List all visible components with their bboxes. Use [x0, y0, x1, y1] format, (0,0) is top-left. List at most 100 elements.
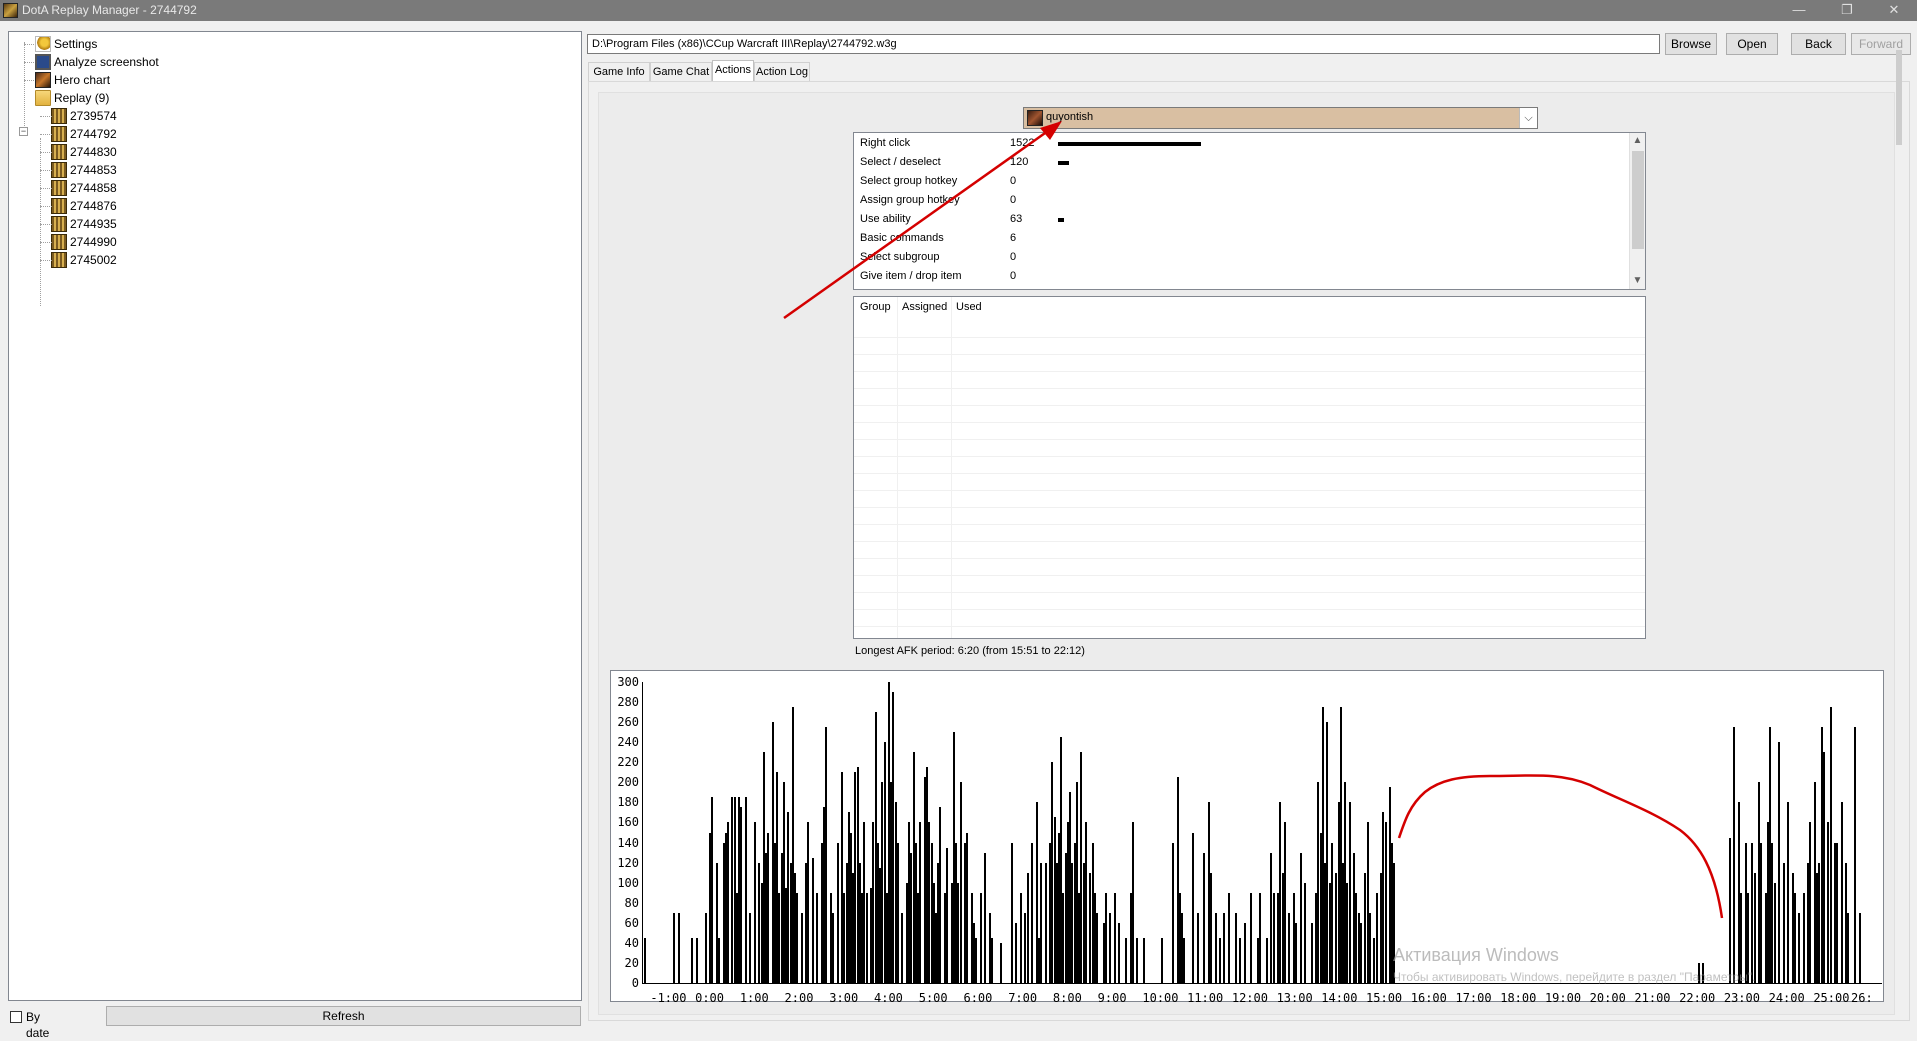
maximize-button[interactable]: ❐	[1824, 0, 1870, 21]
x-tick-label: 17:00	[1455, 991, 1492, 1005]
x-tick-label: 22:00	[1679, 991, 1716, 1005]
close-button[interactable]: ✕	[1871, 0, 1917, 21]
action-row: Use ability 63	[854, 210, 1634, 229]
chart-bar	[1348, 802, 1351, 983]
chart-bar	[999, 942, 1002, 983]
chart-bar	[1272, 892, 1275, 983]
action-name: Select subgroup	[860, 251, 940, 263]
chart-bar	[1172, 842, 1175, 983]
collapse-toggle[interactable]: −	[19, 127, 28, 136]
chart-bar	[1787, 802, 1790, 983]
chart-bar	[1250, 892, 1253, 983]
chart-bar	[1113, 892, 1116, 983]
chart-bar	[1359, 922, 1362, 983]
chart-bar	[1239, 937, 1242, 983]
replay-file-icon	[51, 216, 67, 232]
chart-bar	[1104, 892, 1107, 983]
x-tick-label: 3:00	[829, 991, 859, 1005]
action-row: Select / deselect 120	[854, 153, 1634, 172]
checkbox-box[interactable]	[10, 1011, 22, 1023]
tree-item-label: 2744792	[70, 127, 117, 141]
replay-path-input[interactable]: D:\Program Files (x86)\CCup Warcraft III…	[587, 34, 1660, 54]
chart-bar	[1203, 852, 1206, 983]
replay-file-icon	[51, 180, 67, 196]
chart-bar	[1829, 707, 1832, 983]
refresh-button[interactable]: Refresh	[106, 1006, 581, 1026]
player-select[interactable]: quyontish ⌵	[1023, 107, 1538, 129]
actions-scrollbar[interactable]: ▲ ▼	[1629, 133, 1645, 289]
chart-bar	[704, 912, 707, 983]
y-tick-label: 280	[617, 695, 639, 710]
hotkey-groups-table[interactable]: Group Assigned Used	[853, 296, 1646, 639]
tree-item-label: 2739574	[70, 109, 117, 123]
outer-scrollbar-thumb[interactable]	[1896, 50, 1902, 145]
tab-actions[interactable]: Actions	[712, 60, 754, 82]
replay-file-icon	[51, 198, 67, 214]
chart-bar	[1802, 892, 1805, 983]
chart-bar	[1259, 892, 1262, 983]
chart-bar	[975, 937, 978, 983]
chart-bar	[1160, 937, 1163, 983]
chart-bar	[919, 822, 922, 983]
chart-bar	[1031, 842, 1034, 983]
chart-bar	[1299, 852, 1302, 983]
tab-game-info[interactable]: Game Info	[588, 62, 650, 82]
chart-bar	[811, 857, 814, 983]
chart-bar	[966, 832, 969, 983]
column-header-group: Group	[860, 301, 891, 313]
chart-bar	[1782, 862, 1785, 983]
chart-bar	[1210, 872, 1213, 983]
action-row: Right click 1522	[854, 134, 1634, 153]
forward-button[interactable]: Forward	[1851, 33, 1911, 55]
scroll-up-icon[interactable]: ▲	[1630, 133, 1645, 149]
replay-file-icon	[51, 252, 67, 268]
x-tick-label: 11:00	[1187, 991, 1224, 1005]
chart-bar	[1288, 912, 1291, 983]
monitor-icon	[35, 54, 51, 70]
x-tick-label: 19:00	[1544, 991, 1582, 1005]
action-count: 0	[1010, 270, 1017, 282]
x-tick-label: 18:00	[1500, 991, 1537, 1005]
tab-action-log[interactable]: Action Log	[754, 62, 810, 82]
chart-bar	[1265, 937, 1268, 983]
chart-bar	[1118, 922, 1121, 983]
activation-watermark-text: Чтобы активировать Windows, перейдите в …	[1393, 970, 1756, 984]
x-tick-label: 26:	[1851, 991, 1873, 1005]
chart-bar	[1243, 922, 1246, 983]
action-bar	[1058, 161, 1069, 165]
chart-bar	[726, 822, 729, 983]
tree-item-label: 2744830	[70, 145, 117, 159]
replay-file-icon	[51, 234, 67, 250]
chart-bar	[1778, 742, 1781, 983]
tab-game-chat[interactable]: Game Chat	[650, 62, 712, 82]
y-tick-label: 160	[617, 815, 639, 830]
y-tick-label: 0	[631, 976, 639, 990]
open-button[interactable]: Open	[1726, 33, 1778, 55]
minimize-button[interactable]: —	[1776, 0, 1822, 21]
x-tick-label: 23:00	[1723, 991, 1760, 1005]
chart-bar	[1096, 912, 1098, 983]
back-button[interactable]: Back	[1791, 33, 1846, 55]
x-tick-label: 21:00	[1634, 991, 1671, 1005]
actions-list[interactable]: Right click 1522 Select / deselect 120 Selec…	[853, 132, 1646, 290]
chart-bar	[1015, 922, 1018, 983]
chart-bar	[1040, 862, 1043, 983]
chart-bar	[946, 847, 949, 983]
tree-item-label: 2744990	[70, 235, 117, 249]
x-tick-label: 6:00	[963, 991, 993, 1005]
tree-item-label: Analyze screenshot	[54, 55, 159, 69]
chart-bar	[1084, 822, 1087, 983]
chevron-down-icon[interactable]: ⌵	[1519, 108, 1537, 128]
scrollbar-thumb[interactable]	[1632, 151, 1644, 249]
column-header-assigned: Assigned	[902, 301, 948, 313]
scroll-down-icon[interactable]: ▼	[1630, 273, 1645, 289]
chart-bar	[1836, 842, 1839, 983]
chart-bar	[1330, 842, 1333, 983]
navigation-tree[interactable]: − Settings Analyze screenshot Hero chart…	[8, 31, 582, 1001]
browse-button[interactable]: Browse	[1665, 33, 1717, 55]
chart-bar	[677, 912, 680, 983]
chart-bar	[796, 892, 799, 983]
chart-bar	[1384, 822, 1387, 983]
chart-bar	[1773, 882, 1776, 983]
chart-bar	[753, 822, 756, 983]
